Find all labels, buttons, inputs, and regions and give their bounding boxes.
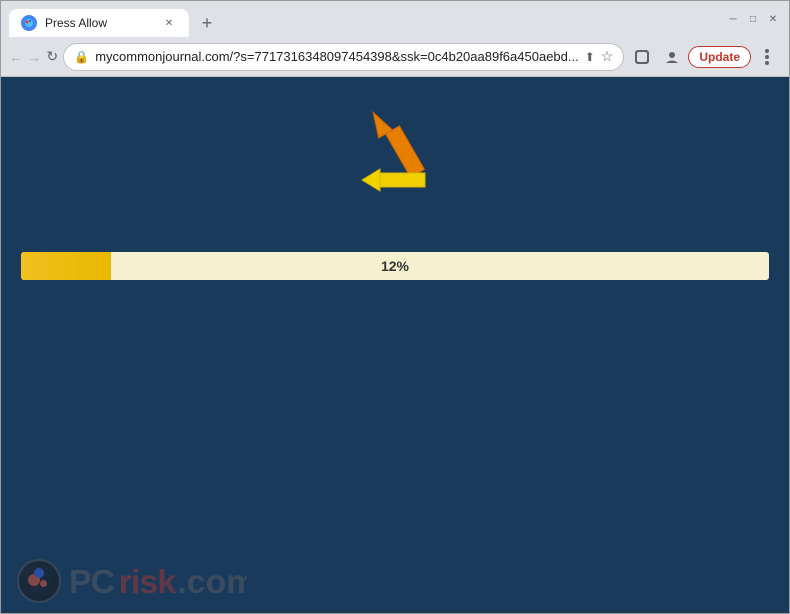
svg-text:PC: PC xyxy=(69,563,115,601)
star-icon[interactable]: ☆ xyxy=(601,48,614,65)
close-button[interactable]: ✕ xyxy=(765,11,781,27)
share-icon: ⬆ xyxy=(585,50,595,64)
menu-button[interactable] xyxy=(753,43,781,71)
pcrisk-text-logo: PC risk .com xyxy=(69,561,247,601)
dot-blue xyxy=(34,568,44,578)
progress-bar-fill xyxy=(21,252,111,280)
profile-icon-button[interactable] xyxy=(628,43,656,71)
address-bar[interactable]: 🔒 mycommonjournal.com/?s=771731634809745… xyxy=(63,43,624,71)
tab-area: Press Allow ✕ + xyxy=(9,1,717,37)
browser-window: Press Allow ✕ + ─ □ ✕ ← → ↻ 🔒 mycommonjo… xyxy=(0,0,790,614)
update-button[interactable]: Update xyxy=(688,46,751,68)
progress-bar-outer: 12% xyxy=(21,252,769,280)
progress-container: 12% xyxy=(21,252,769,280)
reload-button[interactable]: ↻ xyxy=(45,43,59,71)
toolbar: ← → ↻ 🔒 mycommonjournal.com/?s=771731634… xyxy=(1,37,789,77)
user-button[interactable] xyxy=(658,43,686,71)
tab-favicon xyxy=(21,15,37,31)
url-text: mycommonjournal.com/?s=77173163480974543… xyxy=(95,49,579,64)
svg-text:risk: risk xyxy=(119,563,177,601)
back-button[interactable]: ← xyxy=(9,43,23,71)
pcrisk-watermark: PC risk .com xyxy=(17,559,247,603)
arrows-container xyxy=(325,107,465,222)
title-bar: Press Allow ✕ + ─ □ ✕ xyxy=(1,1,789,37)
toolbar-right: Update xyxy=(628,43,781,71)
progress-label: 12% xyxy=(381,258,409,274)
tab-title: Press Allow xyxy=(45,16,153,30)
dot-small xyxy=(40,580,47,587)
active-tab[interactable]: Press Allow ✕ xyxy=(9,9,189,37)
tab-close-button[interactable]: ✕ xyxy=(161,15,177,31)
pcrisk-logo xyxy=(17,559,61,603)
page-content: 12% PC risk .com xyxy=(1,77,789,613)
maximize-button[interactable]: □ xyxy=(745,11,761,27)
new-tab-button[interactable]: + xyxy=(193,9,221,37)
pcrisk-dots xyxy=(24,566,54,596)
window-controls: ─ □ ✕ xyxy=(725,11,781,27)
minimize-button[interactable]: ─ xyxy=(725,11,741,27)
forward-button[interactable]: → xyxy=(27,43,41,71)
svg-text:.com: .com xyxy=(177,563,246,601)
lock-icon: 🔒 xyxy=(74,50,89,64)
